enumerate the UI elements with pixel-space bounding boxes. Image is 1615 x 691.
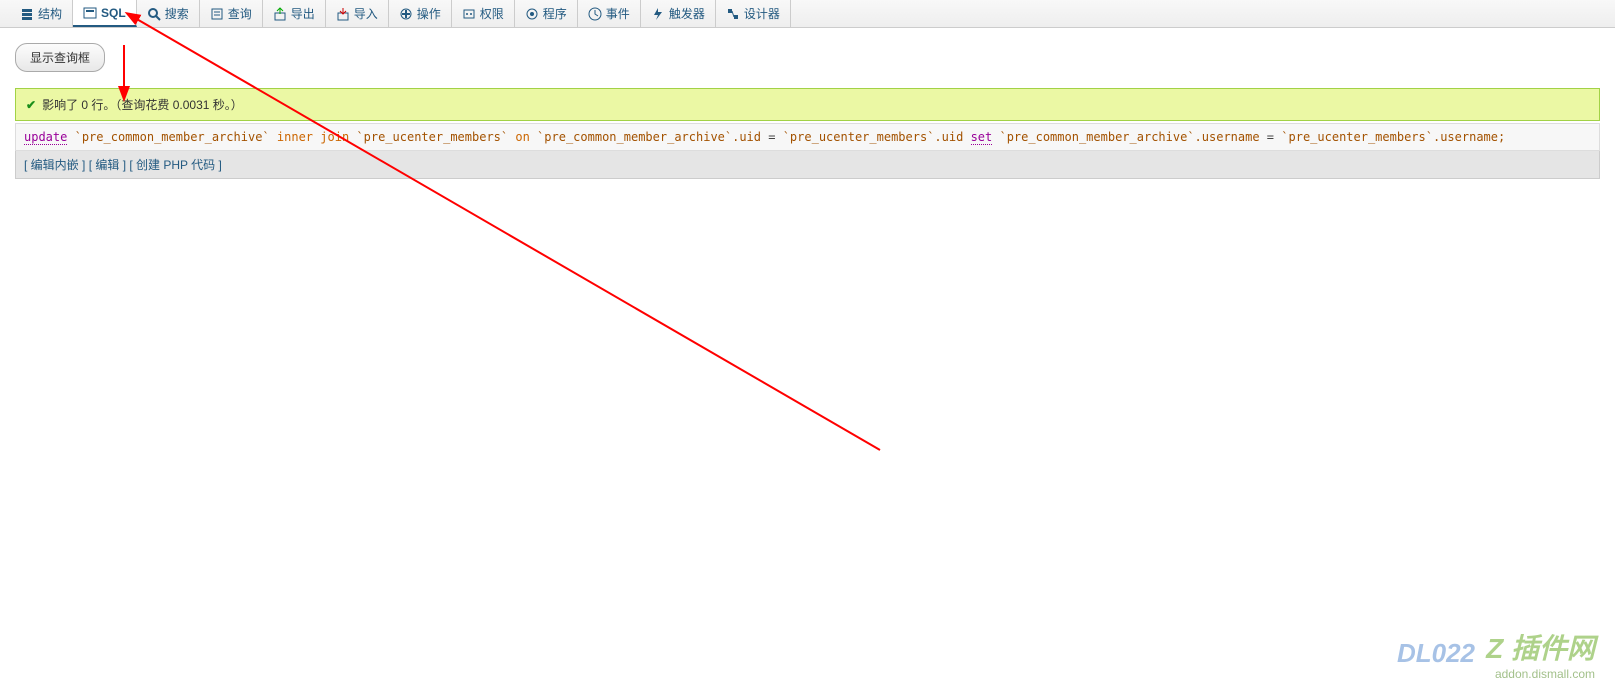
tab-designer[interactable]: 设计器: [716, 0, 791, 27]
edit-link[interactable]: 编辑: [95, 158, 119, 172]
tab-triggers[interactable]: 触发器: [641, 0, 716, 27]
tab-label: 导入: [354, 5, 378, 22]
sql-column: `pre_ucenter_members`.uid: [783, 130, 964, 144]
sql-code-box: update `pre_common_member_archive` inner…: [15, 123, 1600, 151]
tab-privileges[interactable]: 权限: [452, 0, 515, 27]
tab-import[interactable]: 导入: [326, 0, 389, 27]
tab-search[interactable]: 搜索: [137, 0, 200, 27]
sql-keyword: on: [515, 130, 529, 144]
tab-operations[interactable]: 操作: [389, 0, 452, 27]
edit-inline-link[interactable]: 编辑内嵌: [31, 158, 79, 172]
success-message: ✔ 影响了 0 行。（查询花费 0.0031 秒。）: [15, 88, 1600, 121]
sql-keyword: inner: [277, 130, 313, 144]
watermark-logo-2: Z 插件网 addon.dismall.com: [1486, 627, 1595, 681]
sql-action-links: [ 编辑内嵌 ] [ 编辑 ] [ 创建 PHP 代码 ]: [15, 151, 1600, 179]
create-php-link[interactable]: 创建 PHP 代码: [136, 158, 215, 172]
tab-label: 查询: [228, 5, 252, 22]
check-icon: ✔: [26, 98, 36, 112]
sql-table: `pre_ucenter_members`: [356, 130, 508, 144]
sql-column: `pre_common_member_archive`.username: [999, 130, 1259, 144]
tab-label: SQL: [101, 6, 126, 20]
tab-query[interactable]: 查询: [200, 0, 263, 27]
tab-events[interactable]: 事件: [578, 0, 641, 27]
tab-structure[interactable]: 结构: [10, 0, 73, 27]
sql-column: `pre_ucenter_members`.username;: [1281, 130, 1505, 144]
sql-keyword: join: [320, 130, 349, 144]
tab-routines[interactable]: 程序: [515, 0, 578, 27]
tab-export[interactable]: 导出: [263, 0, 326, 27]
tab-label: 搜索: [165, 5, 189, 22]
tab-sql[interactable]: SQL: [73, 0, 137, 27]
sql-column: `pre_common_member_archive`.uid: [537, 130, 761, 144]
tab-label: 设计器: [744, 5, 780, 22]
tab-label: 程序: [543, 5, 567, 22]
sql-eq: =: [1260, 130, 1282, 144]
tab-label: 权限: [480, 5, 504, 22]
success-text: 影响了 0 行。（查询花费 0.0031 秒。）: [42, 96, 243, 113]
tab-label: 触发器: [669, 5, 705, 22]
sql-keyword: update: [24, 130, 67, 145]
top-tabs: 结构 SQL 搜索 查询 导出 导入 操作 权限 程序 事件 触发器 设计器: [0, 0, 1615, 28]
sql-table: `pre_common_member_archive`: [75, 130, 270, 144]
show-query-button[interactable]: 显示查询框: [15, 43, 105, 72]
tab-label: 操作: [417, 5, 441, 22]
sql-eq: =: [761, 130, 783, 144]
tab-label: 结构: [38, 5, 62, 22]
tab-label: 事件: [606, 5, 630, 22]
watermark-logo-1: DL022: [1397, 638, 1475, 669]
tab-label: 导出: [291, 5, 315, 22]
sql-keyword: set: [971, 130, 993, 145]
